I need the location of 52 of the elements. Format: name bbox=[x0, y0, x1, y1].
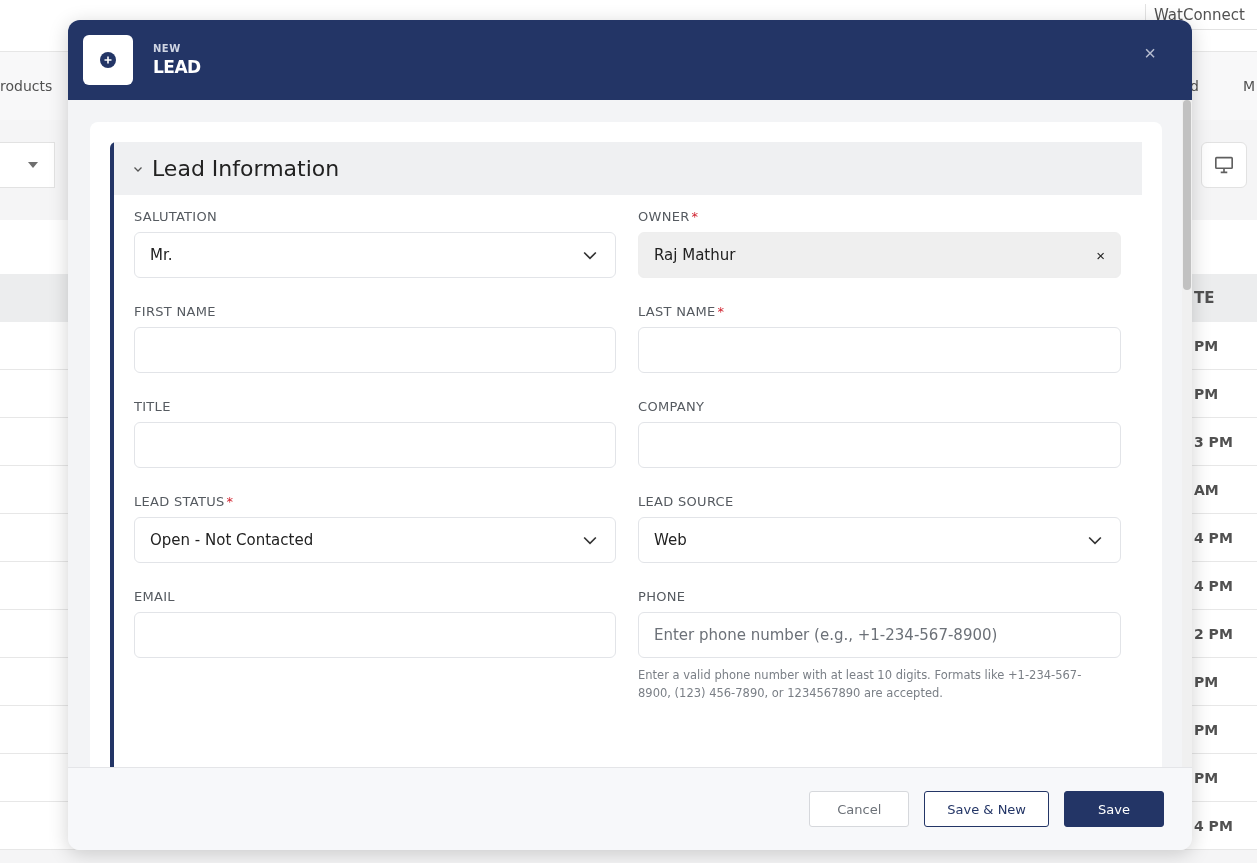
table-cell-text: PM bbox=[1193, 769, 1220, 786]
lookup-field[interactable]: Raj Mathur × bbox=[638, 232, 1121, 278]
nav-item[interactable]: M bbox=[1242, 78, 1255, 94]
input-field[interactable] bbox=[134, 422, 616, 468]
plus-circle-icon bbox=[100, 52, 116, 68]
table-cell-text: 2 PM bbox=[1193, 625, 1234, 642]
field-label: LAST NAME* bbox=[638, 304, 726, 319]
input-field[interactable] bbox=[134, 612, 616, 658]
table-cell-text: AM bbox=[1193, 481, 1220, 498]
help-text: Enter a valid phone number with at least 10 digits. Formats like +1-234-567-8900, (123) 456-7890, or 1234567890 are accepted. bbox=[638, 667, 1083, 703]
select-field[interactable]: Mr. bbox=[134, 232, 616, 278]
field-label: PHONE bbox=[638, 589, 687, 604]
table-cell-text: PM bbox=[1193, 385, 1220, 402]
field-label: COMPANY bbox=[638, 399, 706, 414]
monitor-button[interactable] bbox=[1201, 142, 1247, 188]
section-header[interactable]: Lead Information bbox=[114, 142, 1142, 195]
save-button[interactable]: Save bbox=[1064, 791, 1164, 827]
table-cell-text: PM bbox=[1193, 673, 1220, 690]
field-label: LEAD STATUS* bbox=[134, 494, 235, 509]
close-button[interactable]: × bbox=[1144, 42, 1156, 65]
input-field[interactable] bbox=[638, 422, 1121, 468]
field-label: EMAIL bbox=[134, 589, 176, 604]
caret-icon bbox=[28, 162, 38, 168]
field-label: TITLE bbox=[134, 399, 172, 414]
field-label: SALUTATION bbox=[134, 209, 219, 224]
input-field[interactable] bbox=[134, 327, 616, 373]
nav-item[interactable]: roducts bbox=[0, 78, 53, 94]
clear-button[interactable]: × bbox=[1096, 246, 1105, 264]
field-label: LEAD SOURCE bbox=[638, 494, 735, 509]
field-label: FIRST NAME bbox=[134, 304, 217, 319]
dropdown[interactable] bbox=[0, 142, 55, 188]
table-cell-text: 3 PM bbox=[1193, 433, 1234, 450]
table-cell-text: 4 PM bbox=[1193, 577, 1234, 594]
monitor-icon bbox=[1214, 156, 1234, 174]
scrollbar[interactable] bbox=[1182, 100, 1192, 767]
required-mark: * bbox=[226, 494, 234, 509]
table-cell-text: 4 PM bbox=[1193, 817, 1234, 834]
table-cell-text: PM bbox=[1193, 337, 1220, 354]
column-header: TE bbox=[1193, 289, 1216, 307]
required-mark: * bbox=[717, 304, 725, 319]
table-cell-text: PM bbox=[1193, 721, 1220, 738]
modal-title: LEAD bbox=[153, 57, 201, 77]
input-field[interactable]: Enter phone number (e.g., +1-234-567-8900) bbox=[638, 612, 1121, 658]
select-field[interactable]: Web bbox=[638, 517, 1121, 563]
cancel-button[interactable]: Cancel bbox=[809, 791, 910, 827]
select-field[interactable]: Open - Not Contacted bbox=[134, 517, 616, 563]
secondary-button[interactable]: Save & New bbox=[924, 791, 1049, 827]
input-field[interactable] bbox=[638, 327, 1121, 373]
modal-overline: NEW bbox=[153, 43, 182, 54]
field-label: OWNER* bbox=[638, 209, 700, 224]
required-mark: * bbox=[691, 209, 699, 224]
table-cell-text: 4 PM bbox=[1193, 529, 1234, 546]
